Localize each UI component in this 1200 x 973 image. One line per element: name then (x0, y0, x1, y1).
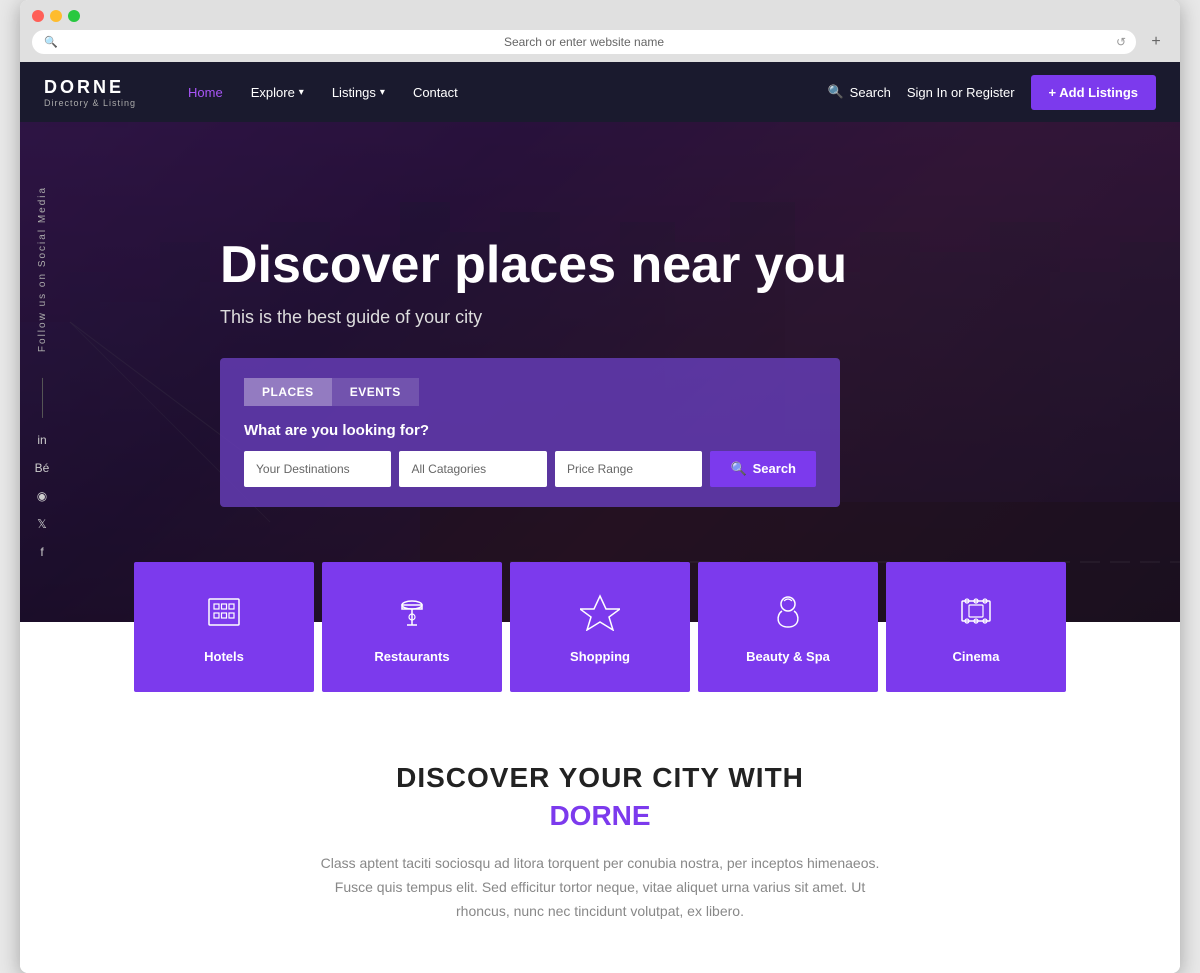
new-tab-button[interactable]: + (1144, 30, 1168, 54)
refresh-icon[interactable]: ↺ (1116, 35, 1126, 49)
browser-toolbar: 🔍 Search or enter website name ↺ + (32, 30, 1168, 62)
discover-title: DISCOVER YOUR CITY WITH (80, 762, 1120, 794)
search-submit-button[interactable]: 🔍 Search (710, 451, 816, 487)
search-nav-button[interactable]: 🔍 Search (827, 84, 890, 100)
search-inputs: Your Destinations All Catagories Price R… (244, 451, 816, 487)
hero-title: Discover places near you (220, 237, 1120, 294)
hero-content: Discover places near you This is the bes… (20, 237, 1180, 506)
hotels-icon (204, 591, 244, 637)
chevron-down-icon: ▾ (299, 87, 304, 98)
dot-green[interactable] (68, 10, 80, 22)
restaurants-label: Restaurants (374, 649, 449, 664)
shopping-icon (580, 591, 620, 637)
search-submit-icon: 🔍 (730, 461, 746, 477)
search-tabs: PLACES EVENTS (244, 378, 816, 406)
hero-subtitle: This is the best guide of your city (220, 307, 1120, 328)
navbar: DORNE Directory & Listing Home Explore ▾… (20, 62, 1180, 122)
category-restaurants[interactable]: Restaurants (322, 562, 502, 692)
logo-area: DORNE Directory & Listing (44, 77, 136, 108)
dot-red[interactable] (32, 10, 44, 22)
restaurants-icon (392, 591, 432, 637)
logo-text: DORNE (44, 77, 136, 98)
category-select[interactable]: All Catagories (399, 451, 546, 487)
beauty-spa-label: Beauty & Spa (746, 649, 830, 664)
address-bar-text: Search or enter website name (504, 35, 664, 49)
logo-subtitle: Directory & Listing (44, 98, 136, 108)
address-bar[interactable]: 🔍 Search or enter website name ↺ (32, 30, 1136, 54)
nav-contact[interactable]: Contact (401, 79, 470, 106)
categories-section: Hotels Restaurants (20, 562, 1180, 692)
sign-in-link[interactable]: Sign In or Register (907, 85, 1015, 100)
cinema-icon (956, 591, 996, 637)
shopping-label: Shopping (570, 649, 630, 664)
hotels-label: Hotels (204, 649, 244, 664)
beauty-spa-icon (768, 591, 808, 637)
browser-window: 🔍 Search or enter website name ↺ + DORNE… (20, 0, 1180, 973)
discover-section: DISCOVER YOUR CITY WITH DORNE Class apte… (20, 692, 1180, 973)
nav-home[interactable]: Home (176, 79, 235, 106)
website: DORNE Directory & Listing Home Explore ▾… (20, 62, 1180, 973)
category-cinema[interactable]: Cinema (886, 562, 1066, 692)
search-box: PLACES EVENTS What are you looking for? … (220, 358, 840, 507)
tab-places[interactable]: PLACES (244, 378, 332, 406)
chevron-down-icon: ▾ (380, 87, 385, 98)
search-question: What are you looking for? (244, 422, 816, 439)
category-beauty-spa[interactable]: Beauty & Spa (698, 562, 878, 692)
hero-section: Follow us on Social Media in Bé ◉ 𝕏 f Di… (20, 122, 1180, 622)
nav-right: 🔍 Search Sign In or Register + Add Listi… (827, 75, 1156, 110)
destination-select[interactable]: Your Destinations (244, 451, 391, 487)
discover-brand: DORNE (80, 800, 1120, 832)
add-listings-button[interactable]: + Add Listings (1031, 75, 1156, 110)
search-icon: 🔍 (827, 84, 843, 100)
nav-listings[interactable]: Listings ▾ (320, 79, 397, 106)
discover-description: Class aptent taciti sociosqu ad litora t… (310, 852, 890, 923)
category-shopping[interactable]: Shopping (510, 562, 690, 692)
twitter-icon[interactable]: 𝕏 (28, 510, 56, 538)
dot-yellow[interactable] (50, 10, 62, 22)
price-select[interactable]: Price Range (555, 451, 702, 487)
tab-events[interactable]: EVENTS (332, 378, 419, 406)
browser-chrome: 🔍 Search or enter website name ↺ + (20, 0, 1180, 62)
search-submit-label: Search (753, 461, 796, 476)
browser-dots (32, 10, 1168, 22)
search-icon: 🔍 (44, 36, 58, 49)
cinema-label: Cinema (953, 649, 1000, 664)
nav-links: Home Explore ▾ Listings ▾ Contact (176, 79, 470, 106)
nav-explore[interactable]: Explore ▾ (239, 79, 316, 106)
search-label: Search (850, 85, 891, 100)
category-hotels[interactable]: Hotels (134, 562, 314, 692)
